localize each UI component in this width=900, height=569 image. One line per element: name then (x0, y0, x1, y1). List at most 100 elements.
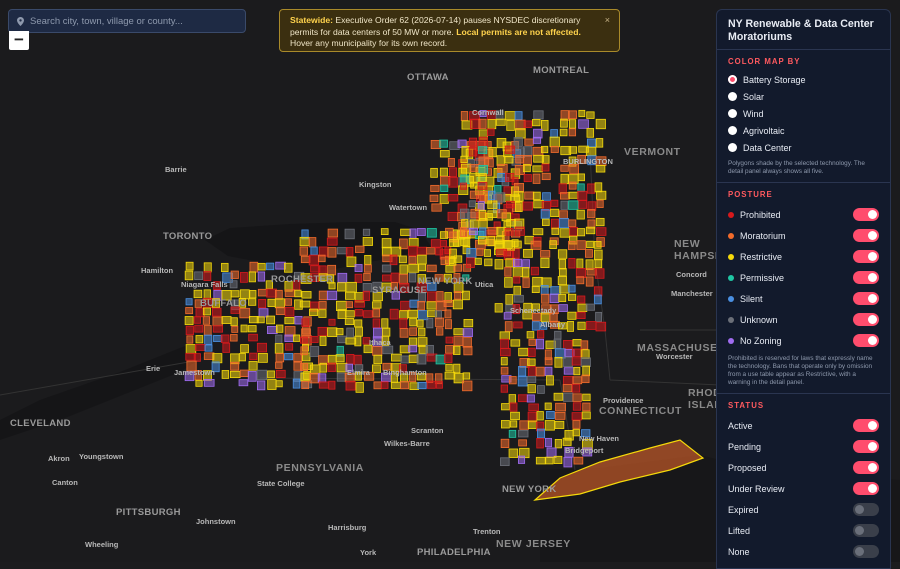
municipality-polygon[interactable] (479, 227, 487, 238)
municipality-polygon[interactable] (554, 438, 562, 449)
municipality-polygon[interactable] (300, 346, 308, 356)
municipality-polygon[interactable] (536, 438, 544, 449)
municipality-polygon[interactable] (309, 346, 320, 357)
municipality-polygon[interactable] (495, 118, 506, 126)
municipality-polygon[interactable] (478, 165, 488, 174)
municipality-polygon[interactable] (506, 219, 516, 227)
municipality-polygon[interactable] (400, 300, 411, 312)
municipality-polygon[interactable] (563, 367, 575, 375)
municipality-polygon[interactable] (544, 366, 553, 376)
municipality-polygon[interactable] (453, 335, 464, 346)
municipality-polygon[interactable] (576, 240, 586, 250)
municipality-polygon[interactable] (559, 210, 568, 220)
municipality-polygon[interactable] (594, 249, 603, 261)
municipality-polygon[interactable] (528, 403, 539, 412)
municipality-polygon[interactable] (408, 345, 418, 353)
municipality-polygon[interactable] (581, 374, 590, 384)
municipality-polygon[interactable] (513, 285, 522, 296)
municipality-polygon[interactable] (546, 375, 554, 386)
municipality-polygon[interactable] (435, 354, 446, 365)
municipality-polygon[interactable] (195, 335, 204, 344)
radio-button[interactable] (728, 109, 737, 118)
municipality-polygon[interactable] (452, 299, 463, 310)
municipality-polygon[interactable] (221, 262, 229, 272)
municipality-polygon[interactable] (203, 325, 212, 336)
municipality-polygon[interactable] (578, 119, 589, 129)
municipality-polygon[interactable] (417, 300, 425, 311)
municipality-polygon[interactable] (551, 227, 560, 235)
municipality-polygon[interactable] (517, 429, 529, 438)
municipality-polygon[interactable] (573, 456, 584, 465)
municipality-polygon[interactable] (460, 174, 471, 184)
municipality-polygon[interactable] (318, 290, 328, 301)
municipality-polygon[interactable] (408, 272, 417, 283)
municipality-polygon[interactable] (550, 129, 558, 138)
municipality-polygon[interactable] (513, 276, 521, 284)
municipality-polygon[interactable] (581, 411, 591, 420)
municipality-polygon[interactable] (501, 403, 510, 411)
municipality-polygon[interactable] (514, 226, 525, 236)
municipality-polygon[interactable] (418, 327, 426, 337)
municipality-polygon[interactable] (532, 276, 543, 287)
municipality-polygon[interactable] (496, 226, 507, 236)
municipality-polygon[interactable] (256, 342, 267, 353)
municipality-polygon[interactable] (577, 173, 585, 182)
municipality-polygon[interactable] (568, 258, 576, 269)
municipality-polygon[interactable] (355, 382, 364, 393)
municipality-polygon[interactable] (247, 371, 257, 382)
municipality-polygon[interactable] (522, 201, 533, 211)
municipality-polygon[interactable] (506, 119, 515, 131)
municipality-polygon[interactable] (541, 293, 550, 304)
banner-close-button[interactable]: × (605, 15, 610, 27)
municipality-polygon[interactable] (453, 328, 465, 336)
municipality-polygon[interactable] (319, 335, 327, 346)
municipality-polygon[interactable] (212, 325, 224, 333)
municipality-polygon[interactable] (508, 448, 519, 458)
municipality-polygon[interactable] (409, 327, 418, 336)
municipality-polygon[interactable] (249, 290, 257, 299)
municipality-polygon[interactable] (193, 353, 201, 362)
municipality-polygon[interactable] (294, 316, 303, 325)
municipality-polygon[interactable] (439, 231, 449, 239)
municipality-polygon[interactable] (230, 334, 238, 342)
municipality-polygon[interactable] (513, 321, 523, 329)
municipality-polygon[interactable] (231, 325, 239, 333)
municipality-polygon[interactable] (533, 110, 544, 120)
municipality-polygon[interactable] (554, 420, 565, 429)
municipality-polygon[interactable] (444, 371, 456, 380)
municipality-polygon[interactable] (459, 208, 470, 220)
municipality-polygon[interactable] (478, 118, 487, 129)
municipality-polygon[interactable] (504, 321, 513, 333)
municipality-polygon[interactable] (193, 289, 203, 299)
municipality-polygon[interactable] (285, 343, 294, 351)
municipality-polygon[interactable] (535, 366, 545, 377)
municipality-polygon[interactable] (327, 327, 338, 338)
municipality-polygon[interactable] (528, 338, 536, 346)
municipality-polygon[interactable] (430, 167, 438, 178)
municipality-polygon[interactable] (504, 155, 514, 164)
municipality-polygon[interactable] (544, 402, 552, 410)
municipality-polygon[interactable] (328, 380, 336, 390)
municipality-polygon[interactable] (300, 372, 311, 382)
municipality-polygon[interactable] (284, 317, 295, 325)
municipality-polygon[interactable] (308, 254, 320, 266)
municipality-polygon[interactable] (558, 218, 569, 229)
municipality-polygon[interactable] (577, 190, 588, 201)
municipality-polygon[interactable] (362, 282, 372, 293)
municipality-polygon[interactable] (301, 291, 312, 299)
municipality-polygon[interactable] (382, 345, 394, 355)
municipality-polygon[interactable] (185, 344, 197, 354)
municipality-polygon[interactable] (426, 317, 434, 329)
municipality-polygon[interactable] (566, 321, 574, 332)
municipality-polygon[interactable] (267, 298, 276, 307)
municipality-polygon[interactable] (435, 381, 443, 389)
municipality-polygon[interactable] (557, 249, 568, 259)
municipality-polygon[interactable] (417, 254, 427, 265)
posture-toggle[interactable] (853, 292, 879, 305)
municipality-polygon[interactable] (500, 384, 508, 393)
municipality-polygon[interactable] (440, 240, 447, 248)
municipality-polygon[interactable] (487, 210, 498, 218)
municipality-polygon[interactable] (229, 280, 238, 289)
municipality-polygon[interactable] (488, 147, 497, 158)
municipality-polygon[interactable] (390, 381, 401, 389)
